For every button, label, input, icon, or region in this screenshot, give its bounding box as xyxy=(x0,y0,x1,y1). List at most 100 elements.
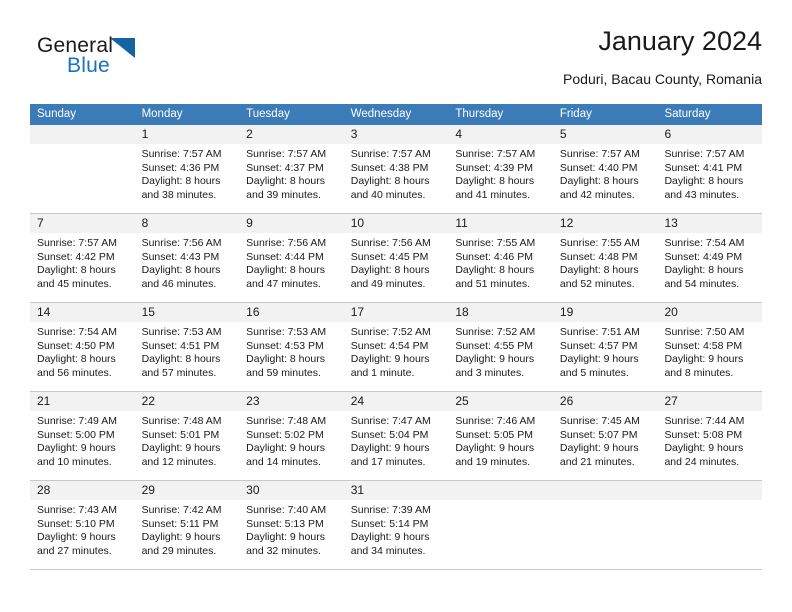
sunset-text: Sunset: 5:13 PM xyxy=(246,517,324,530)
sunset-text: Sunset: 5:01 PM xyxy=(141,428,220,441)
daylight-text-cont: and 52 minutes. xyxy=(559,277,635,290)
day-number-25[interactable]: 25 xyxy=(448,392,553,411)
day-info-3: Sunrise: 7:57 AM Sunset: 4:38 PM Daylight:… xyxy=(344,144,449,213)
sunrise-text: Sunrise: 7:57 AM xyxy=(455,148,536,160)
day-number-28[interactable]: 28 xyxy=(30,481,135,500)
day-number-row: 7 8 9 10 11 12 13 xyxy=(30,214,762,233)
day-info-26: Sunrise: 7:45 AM Sunset: 5:07 PM Daylight:… xyxy=(553,411,658,480)
daylight-text-cont: and 12 minutes. xyxy=(141,455,217,468)
day-number-16[interactable]: 16 xyxy=(239,303,344,322)
daylight-text-cont: and 40 minutes. xyxy=(350,188,426,201)
weekday-header-thursday: Thursday xyxy=(455,108,504,120)
day-number-29[interactable]: 29 xyxy=(135,481,240,500)
day-info-8: Sunrise: 7:56 AM Sunset: 4:43 PM Daylight:… xyxy=(135,233,240,302)
day-number-15[interactable]: 15 xyxy=(135,303,240,322)
sunrise-text: Sunrise: 7:47 AM xyxy=(350,415,431,427)
day-info-24: Sunrise: 7:47 AM Sunset: 5:04 PM Daylight:… xyxy=(344,411,449,480)
sunrise-text: Sunrise: 7:49 AM xyxy=(37,415,117,427)
daylight-text-cont: and 3 minutes. xyxy=(455,366,525,379)
daylight-text: Daylight: 8 hours xyxy=(455,175,535,188)
day-number-2[interactable]: 2 xyxy=(239,125,344,144)
day-info-16: Sunrise: 7:53 AM Sunset: 4:53 PM Daylight:… xyxy=(239,322,344,391)
day-info-row: Sunrise: 7:57 AM Sunset: 4:42 PM Daylight:… xyxy=(30,233,762,302)
daylight-text: Daylight: 8 hours xyxy=(141,264,221,277)
day-number-26[interactable]: 26 xyxy=(553,392,658,411)
day-info-13: Sunrise: 7:54 AM Sunset: 4:49 PM Daylight:… xyxy=(657,233,762,302)
weekday-header-friday: Friday xyxy=(559,108,592,120)
sunset-text: Sunset: 5:05 PM xyxy=(455,428,533,441)
day-number-22[interactable]: 22 xyxy=(135,392,240,411)
day-info-23: Sunrise: 7:48 AM Sunset: 5:02 PM Daylight:… xyxy=(239,411,344,480)
day-number-9[interactable]: 9 xyxy=(239,214,344,233)
day-number-31[interactable]: 31 xyxy=(344,481,449,500)
sunset-text: Sunset: 4:53 PM xyxy=(246,339,324,352)
day-number-10[interactable]: 10 xyxy=(344,214,449,233)
weekday-header-wednesday: Wednesday xyxy=(350,108,412,120)
daylight-text: Daylight: 9 hours xyxy=(246,442,325,455)
day-number-5[interactable]: 5 xyxy=(553,125,658,144)
day-number-11[interactable]: 11 xyxy=(448,214,553,233)
day-number-19[interactable]: 19 xyxy=(553,303,658,322)
calendar-page: General Blue January 2024 Poduri, Bacau … xyxy=(0,0,792,612)
day-info-2: Sunrise: 7:57 AM Sunset: 4:37 PM Daylight:… xyxy=(239,144,344,213)
weekday-header-sunday: Sunday xyxy=(37,108,77,120)
day-info-12: Sunrise: 7:55 AM Sunset: 4:48 PM Daylight:… xyxy=(553,233,658,302)
day-info-empty xyxy=(657,500,762,569)
daylight-text-cont: and 10 minutes. xyxy=(37,455,112,468)
sunset-text: Sunset: 4:57 PM xyxy=(559,339,638,352)
day-number-1[interactable]: 1 xyxy=(135,125,240,144)
sunset-text: Sunset: 4:48 PM xyxy=(559,250,638,263)
sunset-text: Sunset: 4:36 PM xyxy=(141,161,220,174)
day-number-7[interactable]: 7 xyxy=(30,214,135,233)
sunrise-text: Sunrise: 7:48 AM xyxy=(141,415,222,427)
day-number-30[interactable]: 30 xyxy=(239,481,344,500)
sunset-text: Sunset: 4:55 PM xyxy=(455,339,533,352)
daylight-text-cont: and 46 minutes. xyxy=(141,277,217,290)
day-number-17[interactable]: 17 xyxy=(344,303,449,322)
day-info-22: Sunrise: 7:48 AM Sunset: 5:01 PM Daylight:… xyxy=(135,411,240,480)
sunset-text: Sunset: 5:07 PM xyxy=(559,428,638,441)
day-info-empty xyxy=(448,500,553,569)
day-info-25: Sunrise: 7:46 AM Sunset: 5:05 PM Daylight:… xyxy=(448,411,553,480)
day-number-24[interactable]: 24 xyxy=(344,392,449,411)
day-number-18[interactable]: 18 xyxy=(448,303,553,322)
day-info-27: Sunrise: 7:44 AM Sunset: 5:08 PM Daylight:… xyxy=(657,411,762,480)
daylight-text: Daylight: 9 hours xyxy=(350,353,430,366)
day-info-21: Sunrise: 7:49 AM Sunset: 5:00 PM Daylight:… xyxy=(30,411,135,480)
calendar-week-row: 21 22 23 24 25 26 27 Sunrise: 7:49 AM Sunset: 5:… xyxy=(30,392,762,481)
daylight-text-cont: and 54 minutes. xyxy=(664,277,740,290)
daylight-text-cont: and 41 minutes. xyxy=(455,188,531,201)
day-info-17: Sunrise: 7:52 AM Sunset: 4:54 PM Daylight:… xyxy=(344,322,449,391)
sunset-text: Sunset: 4:46 PM xyxy=(455,250,533,263)
day-info-15: Sunrise: 7:53 AM Sunset: 4:51 PM Daylight:… xyxy=(135,322,240,391)
day-number-12[interactable]: 12 xyxy=(553,214,658,233)
sunrise-text: Sunrise: 7:52 AM xyxy=(455,326,536,338)
sunrise-text: Sunrise: 7:54 AM xyxy=(37,326,117,338)
sunrise-text: Sunrise: 7:56 AM xyxy=(350,237,431,249)
daylight-text-cont: and 59 minutes. xyxy=(246,366,321,379)
sunrise-text: Sunrise: 7:57 AM xyxy=(37,237,117,249)
daylight-text-cont: and 19 minutes. xyxy=(455,455,531,468)
day-number-20[interactable]: 20 xyxy=(657,303,762,322)
daylight-text-cont: and 5 minutes. xyxy=(559,366,629,379)
day-number-21[interactable]: 21 xyxy=(30,392,135,411)
day-info-5: Sunrise: 7:57 AM Sunset: 4:40 PM Daylight:… xyxy=(553,144,658,213)
daylight-text: Daylight: 9 hours xyxy=(664,442,744,455)
day-number-6[interactable]: 6 xyxy=(657,125,762,144)
day-info-1: Sunrise: 7:57 AM Sunset: 4:36 PM Daylight:… xyxy=(135,144,240,213)
day-number-23[interactable]: 23 xyxy=(239,392,344,411)
sunrise-text: Sunrise: 7:46 AM xyxy=(455,415,536,427)
day-number-8[interactable]: 8 xyxy=(135,214,240,233)
day-number-3[interactable]: 3 xyxy=(344,125,449,144)
day-number-14[interactable]: 14 xyxy=(30,303,135,322)
day-number-27[interactable]: 27 xyxy=(657,392,762,411)
sunrise-text: Sunrise: 7:40 AM xyxy=(246,504,327,516)
daylight-text: Daylight: 8 hours xyxy=(246,264,325,277)
sunrise-text: Sunrise: 7:51 AM xyxy=(559,326,640,338)
day-number-13[interactable]: 13 xyxy=(657,214,762,233)
day-number-4[interactable]: 4 xyxy=(448,125,553,144)
general-blue-logo: General Blue xyxy=(37,34,177,82)
sunrise-text: Sunrise: 7:50 AM xyxy=(664,326,745,338)
daylight-text-cont: and 8 minutes. xyxy=(664,366,734,379)
daylight-text: Daylight: 8 hours xyxy=(559,175,639,188)
